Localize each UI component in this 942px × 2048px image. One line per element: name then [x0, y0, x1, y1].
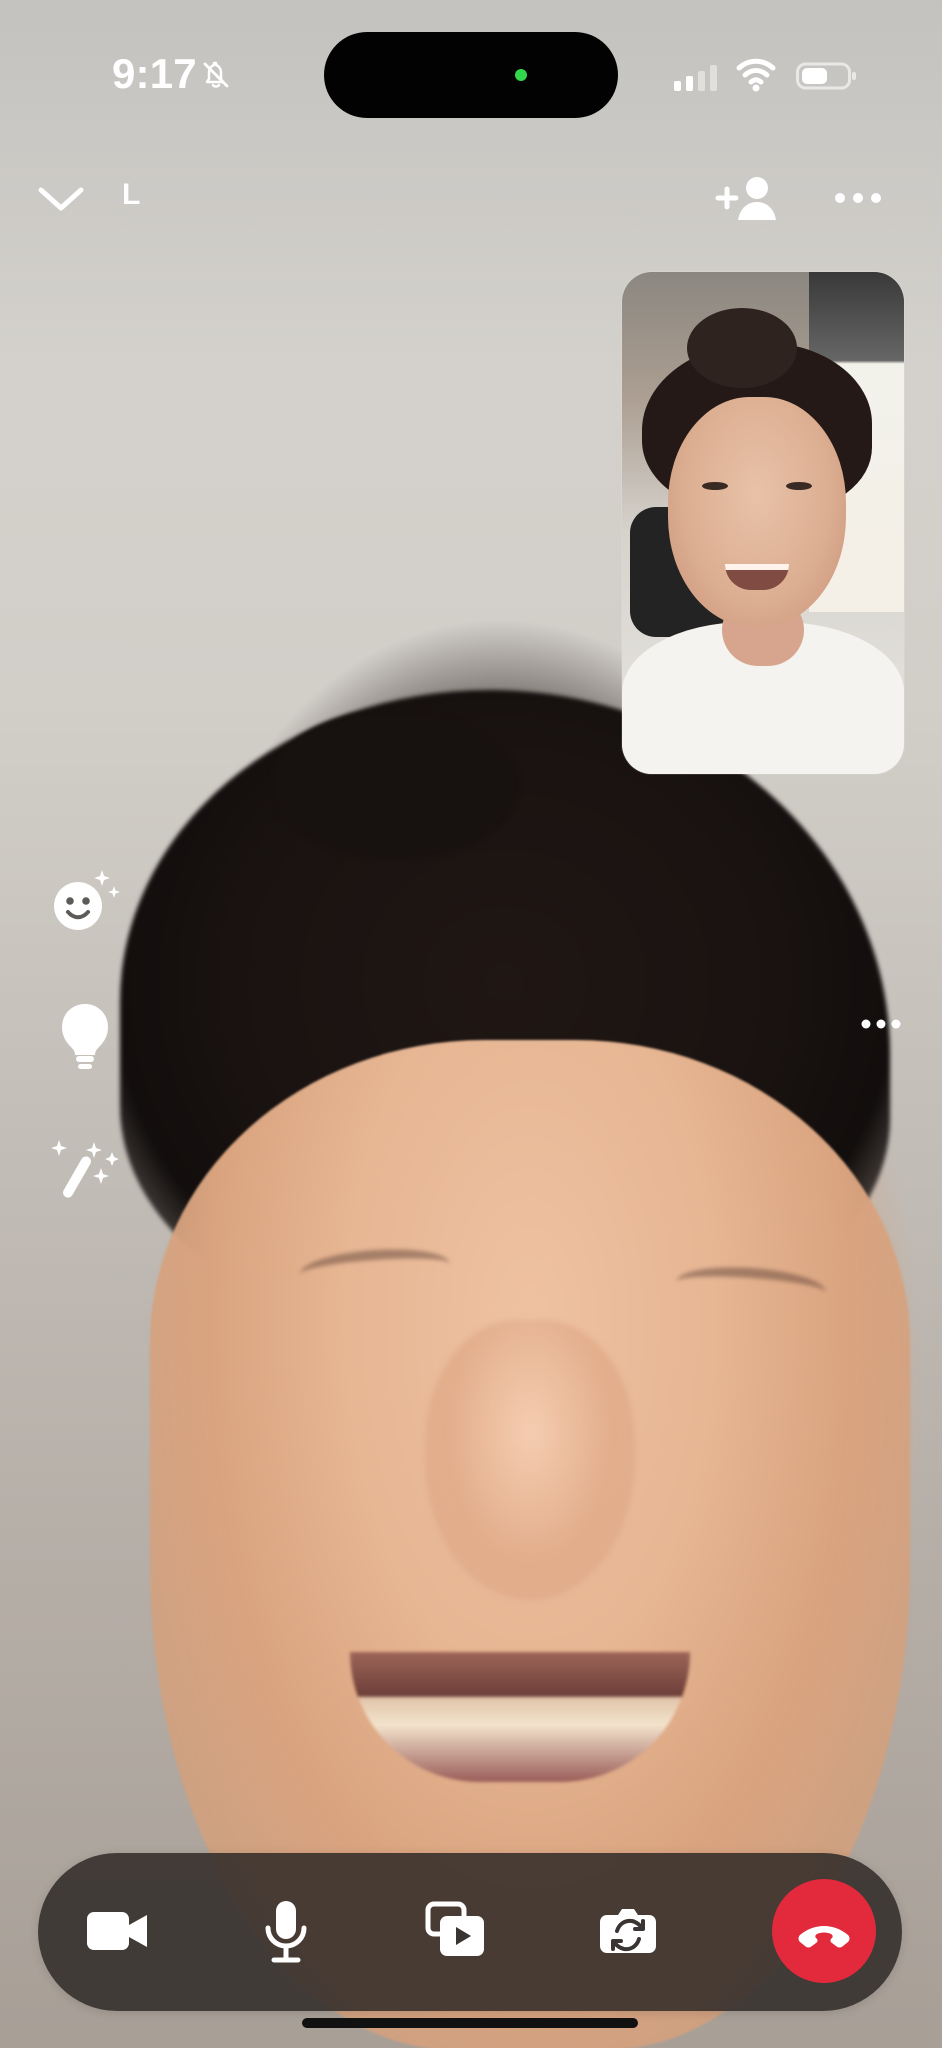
magic-wand-icon — [51, 1140, 119, 1198]
bell-slash-icon — [203, 61, 229, 88]
add-person-icon — [715, 177, 776, 220]
camera-indicator — [515, 69, 527, 81]
more-horizontal-icon — [835, 193, 881, 203]
preview-face — [668, 397, 846, 627]
lightbulb-icon — [62, 1004, 108, 1069]
preview-hair-bun — [687, 308, 797, 388]
microphone-button[interactable] — [234, 1879, 338, 1983]
effects-toolbar — [46, 864, 124, 1224]
microphone-icon — [265, 1901, 307, 1963]
more-options-button[interactable] — [832, 180, 884, 216]
status-bar: 9:17 — [0, 0, 942, 120]
face-effects-button[interactable] — [46, 864, 124, 942]
remote-mouth — [350, 1652, 690, 1782]
remote-eye-right — [674, 1262, 828, 1312]
cellular-signal-icon — [674, 65, 717, 91]
top-controls: L — [0, 164, 942, 234]
preview-eyes — [702, 482, 812, 496]
face-sparkle-icon — [54, 870, 120, 930]
home-indicator — [302, 2018, 638, 2028]
call-screen: 9:17 L — [0, 0, 942, 2048]
chevron-down-icon — [38, 187, 84, 211]
participant-more-button[interactable] — [858, 1004, 904, 1044]
call-controls-bar — [38, 1853, 902, 2011]
end-call-icon — [798, 1926, 850, 1948]
dynamic-island — [324, 32, 618, 118]
add-participant-button[interactable] — [710, 170, 782, 226]
remote-hair — [120, 690, 890, 1340]
magic-effects-button[interactable] — [46, 1132, 124, 1210]
status-time: 9:17 — [112, 50, 197, 97]
collapse-call-button[interactable] — [34, 174, 88, 224]
lighting-button[interactable] — [46, 996, 124, 1074]
remote-hair-top — [270, 710, 520, 860]
flip-camera-button[interactable] — [576, 1879, 680, 1983]
self-view-preview[interactable] — [622, 272, 904, 774]
camera-flip-icon — [600, 1909, 656, 1953]
contact-label: L — [122, 178, 141, 211]
battery-icon — [796, 62, 856, 90]
video-toggle-button[interactable] — [66, 1879, 170, 1983]
wifi-icon — [736, 58, 776, 92]
remote-nose — [425, 1320, 635, 1600]
share-screen-icon — [425, 1901, 484, 1956]
remote-eye-left — [298, 1244, 452, 1294]
more-horizontal-icon — [861, 1019, 901, 1029]
share-screen-button[interactable] — [404, 1879, 508, 1983]
video-camera-icon — [87, 1912, 147, 1950]
end-call-button[interactable] — [772, 1879, 876, 1983]
